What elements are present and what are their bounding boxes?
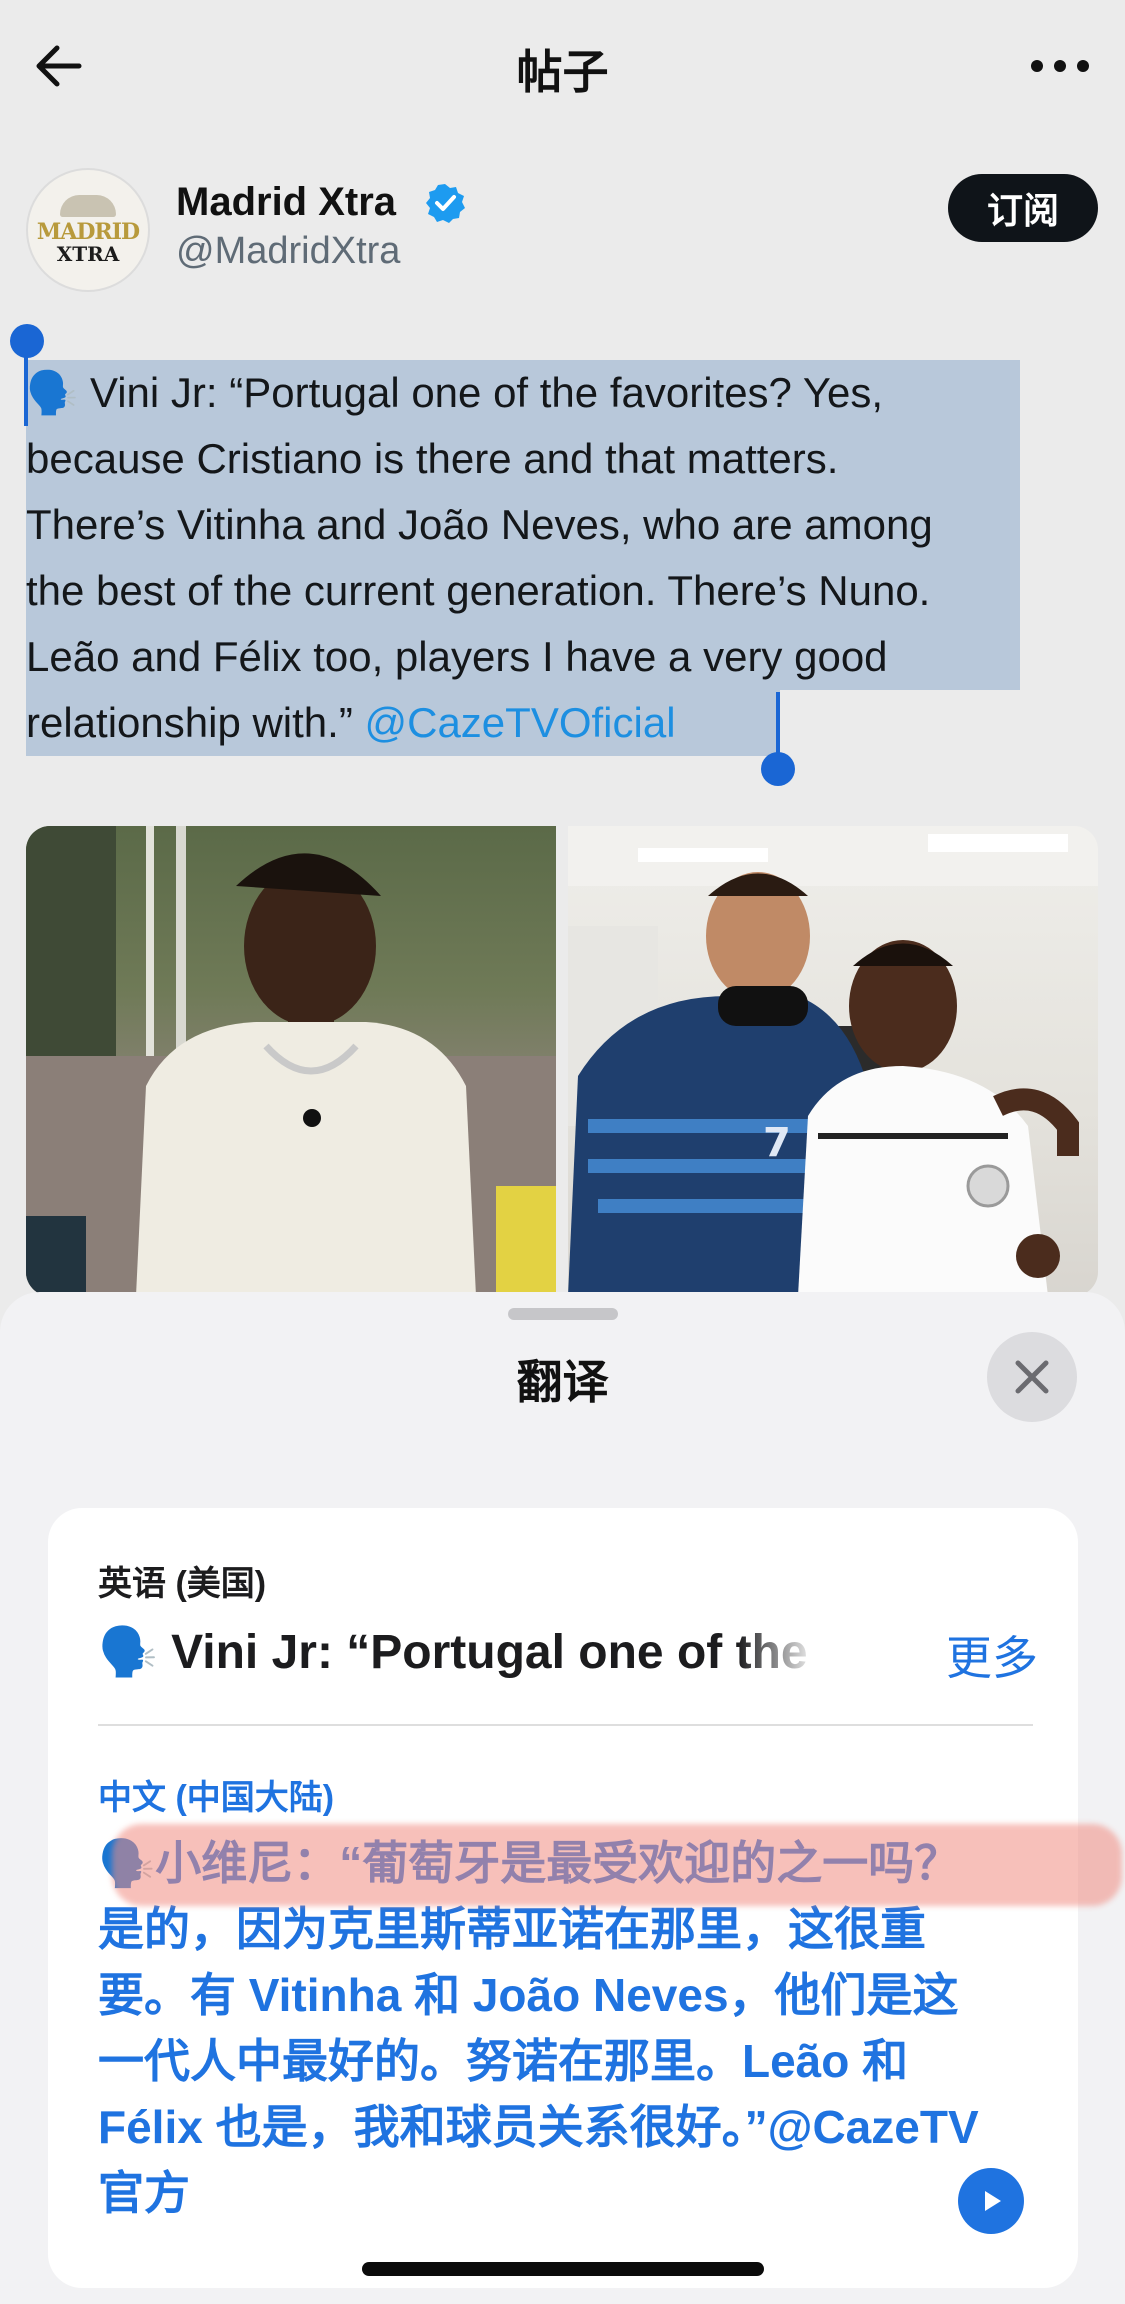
author-name[interactable]: Madrid Xtra — [176, 180, 396, 225]
subscribe-button[interactable]: 订阅 — [948, 174, 1098, 242]
verified-badge-icon — [426, 184, 465, 223]
selection-start-handle[interactable] — [10, 324, 44, 358]
page-title: 帖子 — [516, 46, 609, 98]
avatar[interactable]: MADRID XTRA — [26, 168, 150, 292]
sheet-title: 翻译 — [516, 1356, 609, 1408]
target-language-label: 中文 (中国大陆) — [98, 1779, 335, 1817]
post-line: Leão and Félix too, players I have a ver… — [26, 633, 888, 680]
home-indicator — [362, 2262, 764, 2276]
photo-with-ronaldo[interactable]: 7 — [568, 826, 1098, 1296]
source-language-label: 英语 (美国) — [98, 1565, 267, 1603]
post-text[interactable]: 🗣️ Vini Jr: “Portugal one of the favorit… — [10, 324, 1106, 786]
selection-end-bar — [776, 692, 780, 758]
source-text-row: 🗣️ Vini Jr: “Portugal one of the favorit… — [98, 1616, 1038, 1686]
translate-sheet: 翻译 英语 (美国) 🗣️ Vini Jr: “Portugal one of … — [0, 1292, 1125, 2304]
more-button[interactable]: 更多 — [946, 1622, 1038, 1688]
close-button[interactable] — [987, 1332, 1077, 1422]
divider — [98, 1724, 1033, 1726]
selection-start-bar — [24, 356, 28, 426]
selection-end-handle[interactable] — [761, 752, 795, 786]
interview-illustration — [26, 826, 556, 1296]
avatar-logo-line2: XTRA — [56, 242, 120, 266]
players-illustration: 7 — [568, 826, 1098, 1296]
highlight-mark — [112, 1824, 1122, 1906]
avatar-logo-line1: MADRID — [36, 219, 140, 245]
post-line: 🗣️ Vini Jr: “Portugal one of the favorit… — [26, 369, 884, 416]
more-options-button[interactable] — [1025, 38, 1095, 94]
author-handle[interactable]: @MadridXtra — [176, 230, 400, 273]
svg-text:7: 7 — [763, 1120, 791, 1166]
top-nav-bar: 帖子 — [0, 0, 1125, 140]
source-text-fade — [738, 1622, 818, 1680]
author-row: MADRID XTRA Madrid Xtra @MadridXtra 订阅 — [26, 168, 1106, 294]
sheet-grabber[interactable] — [508, 1308, 618, 1320]
crown-icon — [60, 195, 116, 217]
play-icon — [985, 2191, 1001, 2211]
source-text: 🗣️ Vini Jr: “Portugal one of the favorit… — [98, 1622, 818, 1680]
photo-interview[interactable] — [26, 826, 556, 1296]
post-line: There’s Vitinha and João Neves, who are … — [26, 501, 933, 548]
speaking-head-icon: 🗣️ — [26, 369, 79, 416]
post-line: because Cristiano is there and that matt… — [26, 435, 839, 482]
post-line: relationship with.” @CazeTVOficial — [26, 699, 676, 746]
close-icon — [1015, 1360, 1049, 1394]
more-horizontal-icon — [1031, 60, 1089, 72]
mention-link[interactable]: @CazeTVOficial — [364, 699, 675, 746]
post-media: 7 — [26, 826, 1098, 1296]
play-button[interactable] — [958, 2168, 1024, 2234]
post-line: the best of the current generation. Ther… — [26, 567, 931, 614]
